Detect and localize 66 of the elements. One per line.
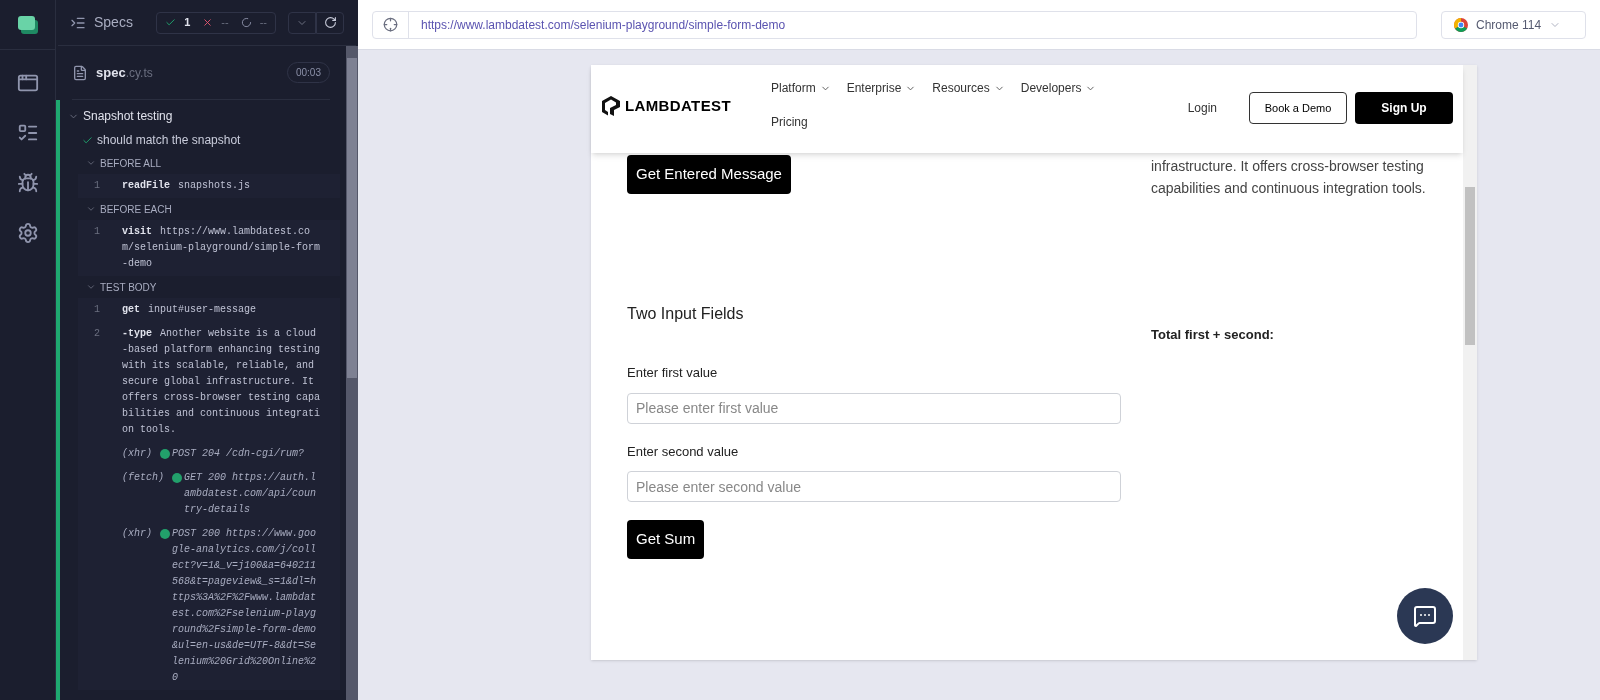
specs-title: Specs: [94, 13, 133, 32]
field-label: Enter second value: [627, 442, 740, 461]
passed-count: 1: [184, 15, 191, 31]
hook-title[interactable]: BEFORE EACH: [100, 201, 172, 217]
input-field[interactable]: Please enter first value: [627, 392, 1121, 424]
crosshair-icon[interactable]: [383, 17, 398, 32]
section-title: Two Input Fields: [627, 304, 745, 324]
command-text: get input#user-message: [122, 303, 258, 317]
chat-icon: [1413, 604, 1437, 628]
chat-button[interactable]: [1397, 588, 1453, 644]
scrollbar-thumb[interactable]: [347, 58, 357, 378]
browser-code-icon[interactable]: [16, 72, 39, 94]
page-scrollbar[interactable]: [1463, 65, 1477, 660]
message-text: infrastructure. It offers cross-browser testing capabilities and continuous integration tools.: [1151, 157, 1427, 198]
spec-name: spec: [96, 64, 126, 80]
get-message-button[interactable]: Get Entered Message: [627, 155, 791, 194]
test-title[interactable]: should match the snapshot: [97, 131, 241, 149]
request-type: (xhr): [122, 447, 152, 461]
suite-title[interactable]: Snapshot testing: [83, 107, 173, 125]
check-icon: [165, 17, 177, 28]
request-message: POST 204 /cdn-cgi/rum?: [172, 447, 306, 461]
get-sum-button[interactable]: Get Sum: [627, 520, 705, 559]
spinner-icon: [240, 17, 252, 28]
nav-link[interactable]: Pricing: [770, 113, 808, 131]
page-scrollbar-thumb[interactable]: [1465, 187, 1475, 345]
spec-extension: .cy.ts: [125, 65, 153, 80]
request-message: POST 200 https://www.google-analytics.com/j/collect?v=1&_v=j100&a=640211568&t=pageview&_s=1&dl=https%3A%2F%2Fwww.lambdatest.com%2Fselenium-playground%2Fsimple-form-demo&ul=en-us&de=UTF-8&dt=Selenium%20Grid%20Online%20: [172, 527, 318, 685]
brand-logo-icon: [601, 95, 621, 118]
close-icon: [202, 17, 214, 28]
bug-icon[interactable]: [16, 172, 39, 194]
line-number: 1: [94, 225, 101, 239]
field-label: Enter first value: [627, 364, 719, 382]
nav-link[interactable]: Resources: [932, 79, 1005, 97]
app-logo-icon[interactable]: [16, 14, 39, 35]
request-message: GET 200 https://auth.lambdatest.com/api/country-details: [184, 471, 318, 517]
settings-icon[interactable]: [16, 222, 39, 244]
scrollbar[interactable]: [346, 46, 358, 700]
request-type: (xhr): [122, 527, 152, 541]
brand-name: LAMBDATEST: [625, 96, 731, 116]
command-text: readFile snapshots.js: [122, 179, 252, 193]
command-text: visit https://www.lambdatest.com/selenium-playground/simple-form-demo: [122, 225, 322, 271]
nav-link[interactable]: Developers: [1020, 79, 1097, 97]
browser-name: Chrome 114: [1476, 16, 1542, 34]
nav-link[interactable]: Enterprise: [846, 79, 917, 97]
hook-title[interactable]: TEST BODY: [100, 279, 157, 295]
request-type: (fetch): [122, 471, 164, 485]
login-link[interactable]: Login: [1187, 99, 1217, 117]
nav-link[interactable]: Platform: [770, 79, 831, 97]
book-demo-button[interactable]: Book a Demo: [1249, 92, 1347, 124]
command-text: -type Another website is a cloud-based platform enhancing testing with its scalable, reliable, and secure global infrastructure. It offers cross-browser testing capabilities and continuous integration tools.: [122, 327, 322, 437]
total-label: Total first + second:: [1151, 326, 1275, 344]
line-number: 1: [94, 179, 101, 193]
sign-up-button[interactable]: Sign Up: [1355, 92, 1453, 124]
browser-selector[interactable]: Chrome 114: [1441, 10, 1586, 39]
url-bar[interactable]: https://www.lambdatest.com/selenium-playground/simple-form-demo: [372, 10, 1417, 39]
chrome-icon: [1454, 17, 1468, 32]
hook-title[interactable]: BEFORE ALL: [100, 155, 162, 171]
pending-count: --: [259, 15, 267, 31]
failed-count: --: [221, 15, 229, 31]
line-number: 2: [94, 327, 101, 341]
line-number: 1: [94, 303, 101, 317]
url-text: https://www.lambdatest.com/selenium-playground/simple-form-demo: [421, 16, 786, 34]
file-icon: [72, 64, 88, 81]
rerun-button[interactable]: [316, 11, 344, 34]
reload-icon: [323, 16, 337, 29]
input-field[interactable]: Please enter second value: [627, 471, 1121, 502]
